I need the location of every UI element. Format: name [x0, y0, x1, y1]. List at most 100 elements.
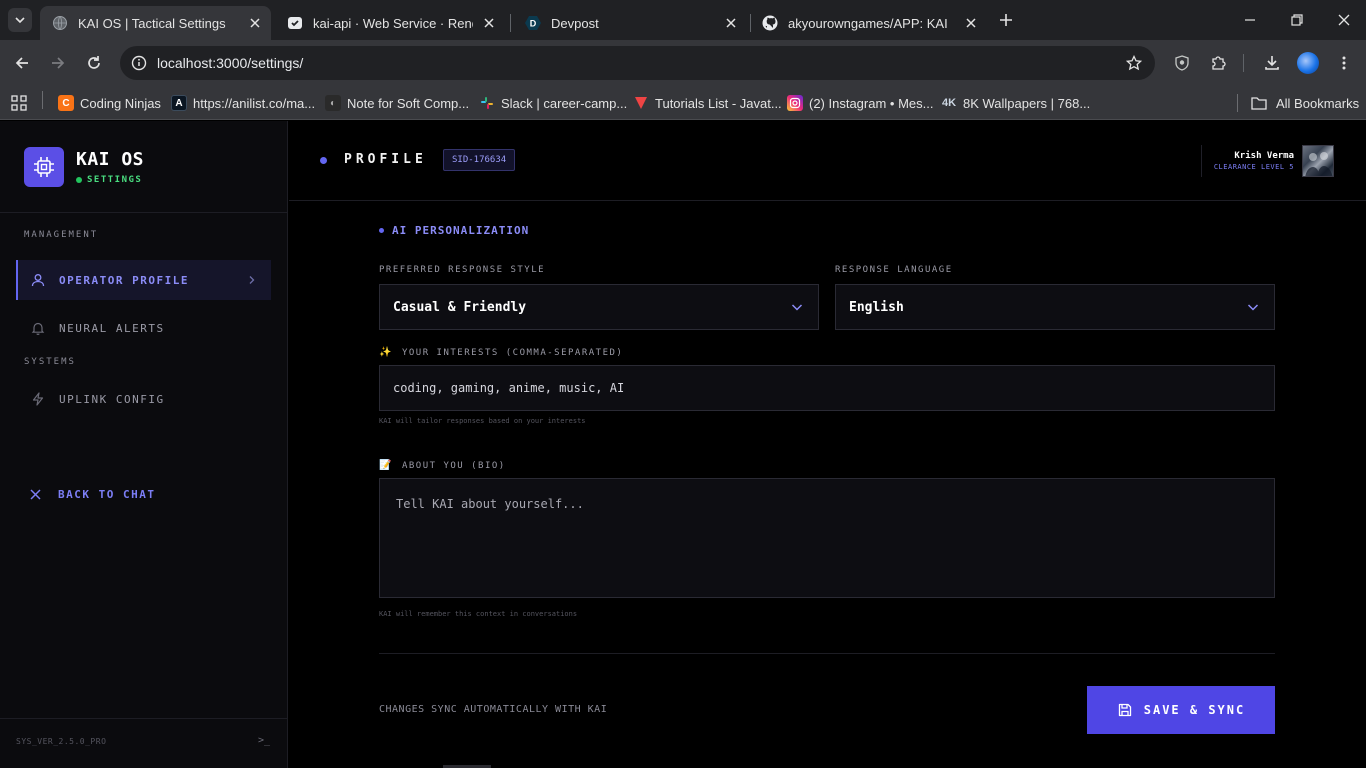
back-to-chat-button[interactable]: BACK TO CHAT: [28, 487, 155, 501]
interests-input[interactable]: coding, gaming, anime, music, AI: [379, 365, 1275, 411]
browser-tab-devpost[interactable]: D Devpost: [513, 6, 747, 40]
bio-textarea[interactable]: Tell KAI about yourself...: [379, 478, 1275, 598]
close-icon: [28, 487, 42, 501]
browser-tab-github[interactable]: akyourowngames/APP: KAI: [750, 6, 987, 40]
forward-button[interactable]: [47, 52, 69, 74]
response-language-select[interactable]: English: [835, 284, 1275, 330]
bookmark-label: Coding Ninjas: [80, 95, 161, 111]
sidebar-item-neural-alerts[interactable]: NEURAL ALERTS: [16, 308, 271, 348]
new-tab-button[interactable]: [996, 10, 1016, 30]
bookmark-slack[interactable]: Slack | career-camp...: [479, 93, 627, 113]
all-bookmarks-button[interactable]: All Bookmarks: [1251, 93, 1359, 113]
render-icon: [287, 15, 303, 31]
bookmark-label: (2) Instagram • Mes...: [809, 95, 934, 111]
sidebar-item-uplink-config[interactable]: UPLINK CONFIG: [16, 379, 271, 419]
bookmark-separator: [42, 91, 43, 109]
sidebar-section-management: MANAGEMENT: [24, 230, 99, 240]
chevron-down-icon: [15, 17, 25, 24]
bookmark-label: Note for Soft Comp...: [347, 95, 470, 111]
sidebar-item-label: OPERATOR PROFILE: [59, 273, 189, 287]
page-title: PROFILE: [344, 152, 427, 167]
avatar[interactable]: [1302, 145, 1334, 177]
folder-icon: [1251, 97, 1267, 110]
bookmark-javatpoint[interactable]: Tutorials List - Javat...: [633, 93, 782, 113]
save-icon: [1117, 702, 1133, 718]
info-icon[interactable]: [130, 54, 148, 72]
menu-button[interactable]: [1333, 52, 1355, 74]
coding-ninjas-icon: C: [58, 95, 74, 111]
brand-status: SETTINGS: [76, 175, 142, 185]
save-sync-button[interactable]: SAVE & SYNC: [1087, 686, 1275, 734]
extension-shield-button[interactable]: [1171, 52, 1193, 74]
restore-icon: [1291, 14, 1303, 26]
sidebar-item-operator-profile[interactable]: OPERATOR PROFILE: [16, 260, 271, 300]
bell-icon: [30, 320, 46, 336]
downloads-button[interactable]: [1261, 52, 1283, 74]
response-language-value: English: [849, 299, 904, 315]
tab-search-button[interactable]: [8, 8, 32, 32]
lightning-icon: [30, 391, 46, 407]
bookmark-8k-wallpapers[interactable]: 4K 8K Wallpapers | 768...: [941, 93, 1090, 113]
browser-tab-render[interactable]: kai-api · Web Service · Render: [275, 6, 505, 40]
system-version: SYS_VER_2.5.0_PRO: [16, 737, 107, 746]
extensions-button[interactable]: [1207, 52, 1229, 74]
sidebar-item-label: NEURAL ALERTS: [59, 321, 165, 335]
session-id-badge: SID-176634: [443, 149, 516, 171]
restore-button[interactable]: [1287, 10, 1307, 30]
window-close-button[interactable]: [1334, 10, 1354, 30]
close-icon[interactable]: [963, 15, 979, 31]
sidebar-item-label: UPLINK CONFIG: [59, 392, 165, 406]
wallpapers-icon: 4K: [941, 97, 957, 109]
sidebar-divider: [0, 212, 287, 213]
tab-title: kai-api · Web Service · Render: [313, 15, 473, 31]
url-text[interactable]: localhost:3000/settings/: [157, 55, 303, 71]
response-style-value: Casual & Friendly: [393, 299, 527, 315]
close-icon[interactable]: [247, 15, 263, 31]
address-bar[interactable]: localhost:3000/settings/: [120, 46, 1155, 80]
all-bookmarks-label: All Bookmarks: [1276, 95, 1360, 111]
apps-button[interactable]: [11, 93, 27, 113]
user-name: Krish Verma: [1234, 151, 1294, 161]
close-icon: [1338, 14, 1350, 26]
bookmark-anilist[interactable]: A https://anilist.co/ma...: [171, 93, 315, 113]
tab-title: Devpost: [551, 15, 599, 31]
slack-icon: [479, 95, 495, 111]
content-divider: [379, 653, 1275, 654]
response-style-select[interactable]: Casual & Friendly: [379, 284, 819, 330]
devpost-icon: D: [525, 15, 541, 31]
browser-tab-strip: KAI OS | Tactical Settings kai-api · Web…: [0, 0, 1366, 40]
close-icon[interactable]: [481, 15, 497, 31]
profile-avatar-icon[interactable]: [1297, 52, 1319, 74]
minimize-icon: [1245, 19, 1255, 21]
interests-label-text: YOUR INTERESTS (COMMA-SEPARATED): [401, 347, 624, 358]
star-icon[interactable]: [1125, 54, 1143, 72]
bio-hint: KAI will remember this context in conver…: [379, 610, 578, 618]
sidebar-section-systems: SYSTEMS: [24, 357, 76, 367]
bookmark-separator: [1237, 94, 1238, 112]
user-icon: [30, 272, 46, 288]
sidebar-footer-divider: [0, 718, 287, 719]
section-dot: [379, 228, 384, 233]
back-button[interactable]: [11, 52, 33, 74]
terminal-icon[interactable]: >_: [258, 735, 270, 746]
shield-icon: [1175, 55, 1189, 71]
bio-label: 📝 ABOUT YOU (BIO): [379, 460, 506, 471]
interests-label: ✨ YOUR INTERESTS (COMMA-SEPARATED): [379, 347, 623, 358]
reload-button[interactable]: [83, 52, 105, 74]
bookmark-label: Tutorials List - Javat...: [655, 95, 782, 111]
globe-icon: [52, 15, 68, 31]
page-header: PROFILE SID-176634 Krish Verma CLEARANCE…: [289, 121, 1366, 201]
response-language-label: RESPONSE LANGUAGE: [835, 265, 953, 275]
browser-tab-kai-settings[interactable]: KAI OS | Tactical Settings: [40, 6, 271, 40]
kebab-menu-icon: [1342, 56, 1346, 70]
section-title-label: AI PERSONALIZATION: [392, 224, 530, 237]
bookmark-notes[interactable]: ◐ Note for Soft Comp...: [325, 93, 469, 113]
minimize-button[interactable]: [1240, 10, 1260, 30]
header-indicator-dot: [320, 157, 327, 164]
bookmark-instagram[interactable]: (2) Instagram • Mes...: [787, 93, 933, 113]
bookmark-coding-ninjas[interactable]: C Coding Ninjas: [58, 93, 161, 113]
apps-grid-icon: [11, 95, 27, 111]
back-to-chat-label: BACK TO CHAT: [58, 487, 156, 501]
status-dot: [76, 177, 82, 183]
close-icon[interactable]: [723, 15, 739, 31]
